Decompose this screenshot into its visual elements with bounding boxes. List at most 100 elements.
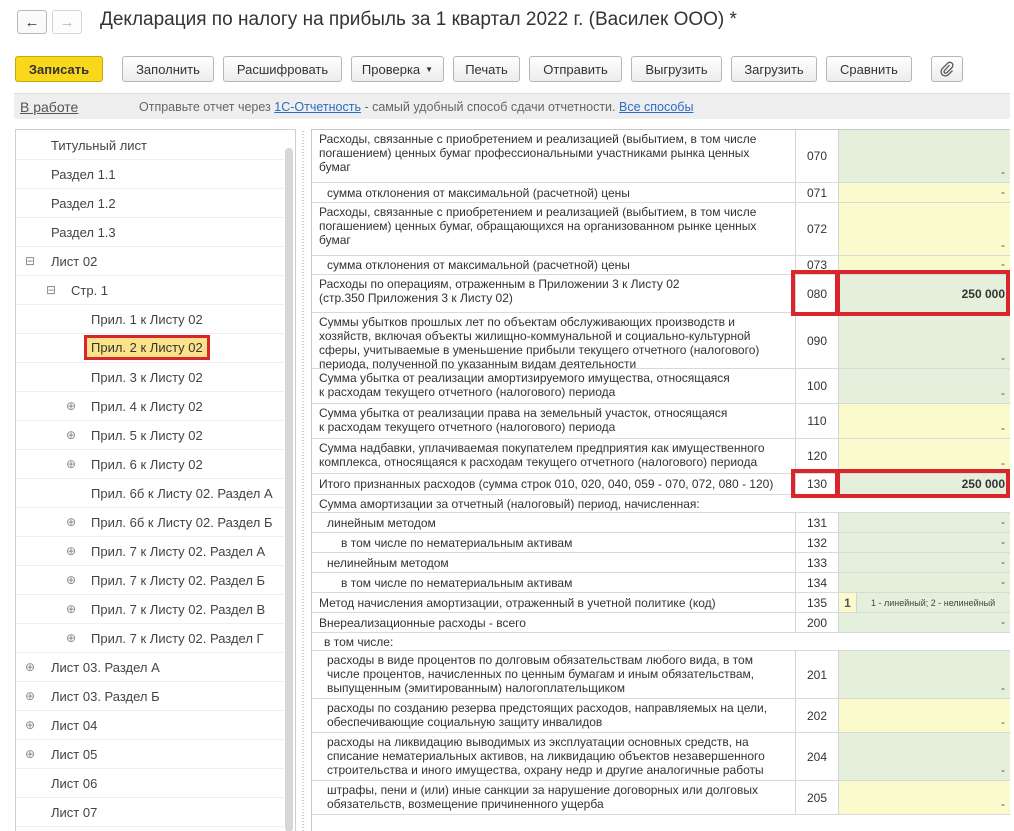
- expand-icon[interactable]: ⊕: [25, 747, 35, 761]
- tree-item[interactable]: ⊕ Прил. 4 к Листу 02: [16, 392, 284, 421]
- tree-item[interactable]: ⊕ Прил. 7 к Листу 02. Раздел В: [16, 595, 284, 624]
- form-row: Расходы, связанные с приобретением и реа…: [312, 203, 1010, 256]
- tree-item[interactable]: ⊕ Прил. 7 к Листу 02. Раздел А: [16, 537, 284, 566]
- tree-item[interactable]: Титульный лист: [16, 131, 284, 160]
- back-button[interactable]: ←: [17, 10, 47, 34]
- row-description: сумма отклонения от максимальной (расчет…: [312, 183, 795, 202]
- tree-scrollbar[interactable]: [285, 148, 293, 831]
- 1c-reporting-link[interactable]: 1С-Отчетность: [274, 100, 361, 114]
- tree-item-label: Лист 05: [51, 747, 98, 762]
- tree-item[interactable]: Прил. 3 к Листу 02: [16, 363, 284, 392]
- forward-button[interactable]: →: [52, 10, 82, 34]
- expand-icon[interactable]: ⊕: [25, 689, 35, 703]
- row-value-field[interactable]: -: [839, 533, 1010, 552]
- row-value-field[interactable]: -: [839, 256, 1010, 274]
- collapse-icon[interactable]: ⊟: [46, 283, 56, 297]
- status-state-link[interactable]: В работе: [20, 99, 78, 115]
- tree-item[interactable]: Прил. 2 к Листу 02: [16, 334, 284, 363]
- tree-item[interactable]: Раздел 1.3: [16, 218, 284, 247]
- row-value-field[interactable]: -: [839, 553, 1010, 572]
- tree-item[interactable]: ⊕ Лист 05: [16, 740, 284, 769]
- tree-item-label: Лист 07: [51, 805, 98, 820]
- import-button[interactable]: Загрузить: [731, 56, 817, 82]
- export-button[interactable]: Выгрузить: [631, 56, 722, 82]
- tree-item[interactable]: ⊕ Прил. 6 к Листу 02: [16, 450, 284, 479]
- tree-item[interactable]: Прил. 1 к Листу 02: [16, 305, 284, 334]
- row-value-field[interactable]: -: [839, 613, 1010, 632]
- compare-button[interactable]: Сравнить: [826, 56, 912, 82]
- check-dropdown-button[interactable]: Проверка ▼: [351, 56, 444, 82]
- row-value-field[interactable]: -: [839, 651, 1010, 698]
- expand-icon[interactable]: ⊕: [66, 515, 76, 529]
- form-row: Расходы по операциям, отраженным в Прило…: [312, 275, 1010, 313]
- all-ways-link[interactable]: Все способы: [619, 100, 693, 114]
- form-row: линейным методом 131-: [312, 513, 1010, 533]
- form-row: в том числе:: [312, 633, 1010, 651]
- decode-button[interactable]: Расшифровать: [223, 56, 342, 82]
- tree-item-label: Прил. 6 к Листу 02: [91, 457, 203, 472]
- tree-item-label: Прил. 7 к Листу 02. Раздел А: [91, 544, 266, 559]
- expand-icon[interactable]: ⊕: [25, 718, 35, 732]
- fill-button[interactable]: Заполнить: [122, 56, 214, 82]
- row-code: 073: [795, 256, 839, 274]
- row-value-field[interactable]: -: [839, 313, 1010, 368]
- tree-item[interactable]: Прил. 6б к Листу 02. Раздел А: [16, 479, 284, 508]
- expand-icon[interactable]: ⊕: [66, 428, 76, 442]
- row-value-field[interactable]: -: [839, 781, 1010, 814]
- tree-item[interactable]: ⊟ Стр. 1: [16, 276, 284, 305]
- tree-item[interactable]: ⊕ Прил. 6б к Листу 02. Раздел Б: [16, 508, 284, 537]
- row-value-field[interactable]: -: [839, 513, 1010, 532]
- row-description-line: бумаг: [319, 233, 351, 247]
- tree-item[interactable]: ⊕ Прил. 5 к Листу 02: [16, 421, 284, 450]
- row-description-line: Сумма амортизации за отчетный (налоговый…: [319, 497, 700, 511]
- row-value-field[interactable]: -: [839, 183, 1010, 202]
- row-description: в том числе:: [312, 633, 1010, 650]
- expand-icon[interactable]: ⊕: [25, 660, 35, 674]
- expand-icon[interactable]: ⊕: [66, 544, 76, 558]
- form-row: нелинейным методом 133-: [312, 553, 1010, 573]
- expand-icon[interactable]: ⊕: [66, 631, 76, 645]
- method-code-input[interactable]: 1: [839, 593, 857, 612]
- save-button[interactable]: Записать: [15, 56, 103, 82]
- row-description: Суммы убытков прошлых лет по объектам об…: [312, 313, 795, 371]
- form-row: Сумма амортизации за отчетный (налоговый…: [312, 495, 1010, 513]
- tree-item[interactable]: Раздел 1.2: [16, 189, 284, 218]
- row-value-field[interactable]: -: [839, 369, 1010, 403]
- collapse-icon[interactable]: ⊟: [25, 254, 35, 268]
- row-value-field[interactable]: -: [839, 130, 1010, 182]
- row-value-field[interactable]: -: [839, 733, 1010, 780]
- tree-item[interactable]: ⊕ Прил. 7 к Листу 02. Раздел Г: [16, 624, 284, 653]
- tree-item[interactable]: Раздел 1.1: [16, 160, 284, 189]
- row-value-field[interactable]: 250 000: [839, 275, 1010, 312]
- row-description: линейным методом: [312, 513, 795, 532]
- tree-item[interactable]: ⊟ Лист 02: [16, 247, 284, 276]
- row-code: 200: [795, 613, 839, 632]
- expand-icon[interactable]: ⊕: [66, 399, 76, 413]
- row-code: 131: [795, 513, 839, 532]
- tree-item[interactable]: Лист 06: [16, 769, 284, 798]
- method-hint: 1 - линейный; 2 - нелинейный: [871, 597, 996, 608]
- tree-item[interactable]: ⊕ Лист 03. Раздел Б: [16, 682, 284, 711]
- declaration-form-table: Расходы, связанные с приобретением и реа…: [311, 129, 1010, 831]
- attach-button[interactable]: [931, 56, 963, 82]
- tree-item[interactable]: ⊕ Прил. 7 к Листу 02. Раздел Б: [16, 566, 284, 595]
- expand-icon[interactable]: ⊕: [66, 602, 76, 616]
- row-value-field[interactable]: -: [839, 203, 1010, 255]
- row-code: 133: [795, 553, 839, 572]
- row-value-field[interactable]: 1 1 - линейный; 2 - нелинейный: [839, 593, 1010, 612]
- row-description: Сумма убытка от реализации амортизируемо…: [312, 369, 795, 403]
- row-value-field[interactable]: -: [839, 573, 1010, 592]
- tree-item[interactable]: ⊕ Лист 03. Раздел А: [16, 653, 284, 682]
- expand-icon[interactable]: ⊕: [66, 457, 76, 471]
- row-value-field[interactable]: -: [839, 439, 1010, 473]
- row-value-field[interactable]: 250 000: [839, 474, 1010, 494]
- print-button[interactable]: Печать: [453, 56, 520, 82]
- panel-splitter[interactable]: [298, 129, 308, 831]
- send-button[interactable]: Отправить: [529, 56, 622, 82]
- row-value-field[interactable]: -: [839, 404, 1010, 438]
- tree-item[interactable]: ⊕ Лист 04: [16, 711, 284, 740]
- expand-icon[interactable]: ⊕: [66, 573, 76, 587]
- tree-item-label: Лист 04: [51, 718, 98, 733]
- row-value-field[interactable]: -: [839, 699, 1010, 732]
- tree-item[interactable]: Лист 07: [16, 798, 284, 827]
